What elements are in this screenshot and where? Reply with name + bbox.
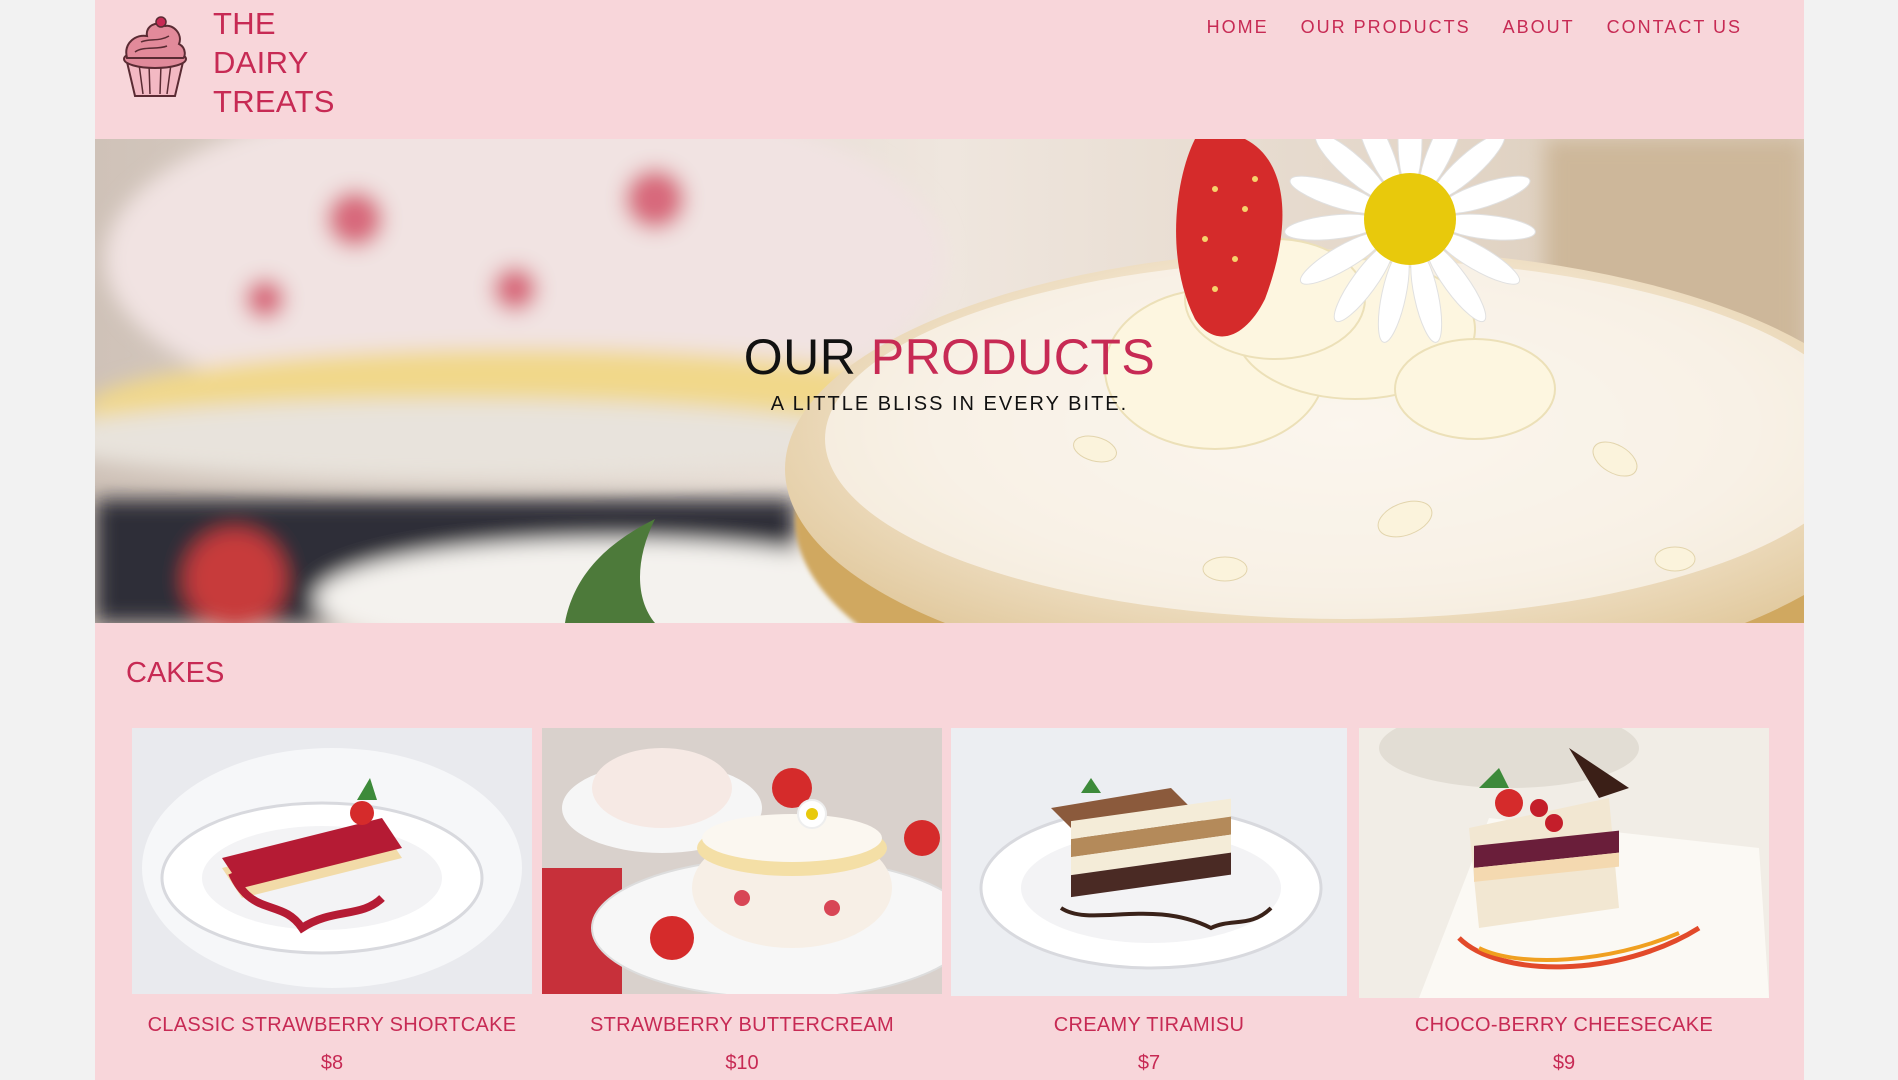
product-name[interactable]: STRAWBERRY BUTTERCREAM: [522, 1014, 962, 1037]
main-nav: HOME OUR PRODUCTS ABOUT CONTACT US: [1207, 16, 1742, 38]
nav-home[interactable]: HOME: [1207, 16, 1269, 38]
brand-line-3: TREATS: [213, 84, 335, 119]
nav-contact-us[interactable]: CONTACT US: [1607, 16, 1742, 38]
product-image[interactable]: [951, 728, 1347, 996]
product-price: $9: [1552, 1052, 1576, 1074]
product-name[interactable]: CHOCO-BERRY CHEESECAKE: [1339, 1014, 1789, 1037]
product-image[interactable]: [542, 728, 942, 994]
section-title: CAKES: [126, 657, 225, 689]
nav-our-products[interactable]: OUR PRODUCTS: [1301, 16, 1471, 38]
nav-about[interactable]: ABOUT: [1503, 16, 1575, 38]
product-name[interactable]: CLASSIC STRAWBERRY SHORTCAKE: [112, 1014, 552, 1037]
product-price: $7: [1137, 1052, 1161, 1074]
hero-title-part-2: PRODUCTS: [870, 329, 1156, 385]
cupcake-icon[interactable]: [117, 12, 193, 98]
page: THE DAIRY TREATS HOME OUR PRODUCTS ABOUT…: [95, 0, 1804, 1080]
hero-subtitle: A LITTLE BLISS IN EVERY BITE.: [770, 393, 1129, 415]
brand-line-1: THE: [213, 6, 276, 41]
product-price: $8: [320, 1052, 344, 1074]
brand-name[interactable]: THE DAIRY TREATS: [213, 4, 393, 121]
hero-title: OUR PRODUCTS: [95, 329, 1804, 385]
product-price: $10: [725, 1052, 759, 1074]
hero-banner: OUR PRODUCTS A LITTLE BLISS IN EVERY BIT…: [95, 139, 1804, 623]
site-header: THE DAIRY TREATS HOME OUR PRODUCTS ABOUT…: [95, 0, 1804, 139]
product-image[interactable]: [132, 728, 532, 994]
hero-title-part-1: OUR: [743, 329, 857, 385]
brand-line-2: DAIRY: [213, 45, 309, 80]
product-image[interactable]: [1359, 728, 1769, 998]
product-name[interactable]: CREAMY TIRAMISU: [931, 1014, 1367, 1037]
